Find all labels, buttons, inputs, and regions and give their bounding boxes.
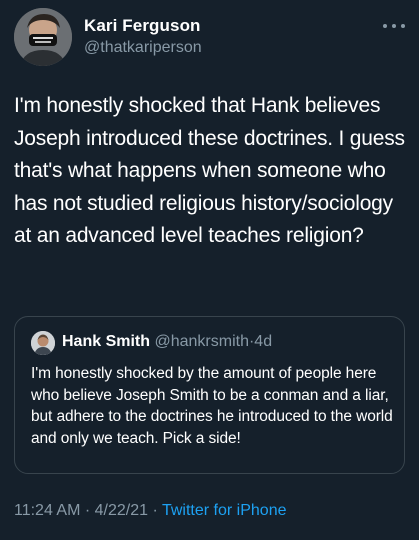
quoted-tweet[interactable]: Hank Smith @hankrsmith·4d I'm honestly s… [14,316,405,474]
dot-icon [383,24,387,28]
dot-icon [401,24,405,28]
author-handle[interactable]: @thatkariperson [84,39,202,57]
separator: · [84,502,91,519]
author-name[interactable]: Kari Ferguson [84,16,201,36]
quoted-text: I'm honestly shocked by the amount of pe… [31,365,393,447]
profile-photo-icon [31,331,55,355]
profile-photo-icon [14,8,72,66]
quoted-author-handle[interactable]: @hankrsmith [154,333,249,350]
quoted-header: Hank Smith @hankrsmith·4d [62,333,272,351]
tweet-date[interactable]: 4/22/21 [95,502,148,519]
tweet-source-link[interactable]: Twitter for iPhone [162,502,287,519]
dot-icon [392,24,396,28]
tweet-text: I'm honestly shocked that Hank believes … [14,94,405,247]
quoted-author-name[interactable]: Hank Smith [62,333,150,350]
quoted-timestamp[interactable]: 4d [254,333,272,350]
quoted-author-avatar[interactable] [31,331,55,355]
more-options-icon[interactable] [383,20,405,32]
tweet: Kari Ferguson @thatkariperson I'm honest… [0,0,419,540]
separator: · [152,502,158,519]
tweet-time[interactable]: 11:24 AM [14,502,80,519]
tweet-meta: 11:24 AM · 4/22/21 · Twitter for iPhone [14,502,286,520]
author-avatar[interactable] [14,8,72,66]
